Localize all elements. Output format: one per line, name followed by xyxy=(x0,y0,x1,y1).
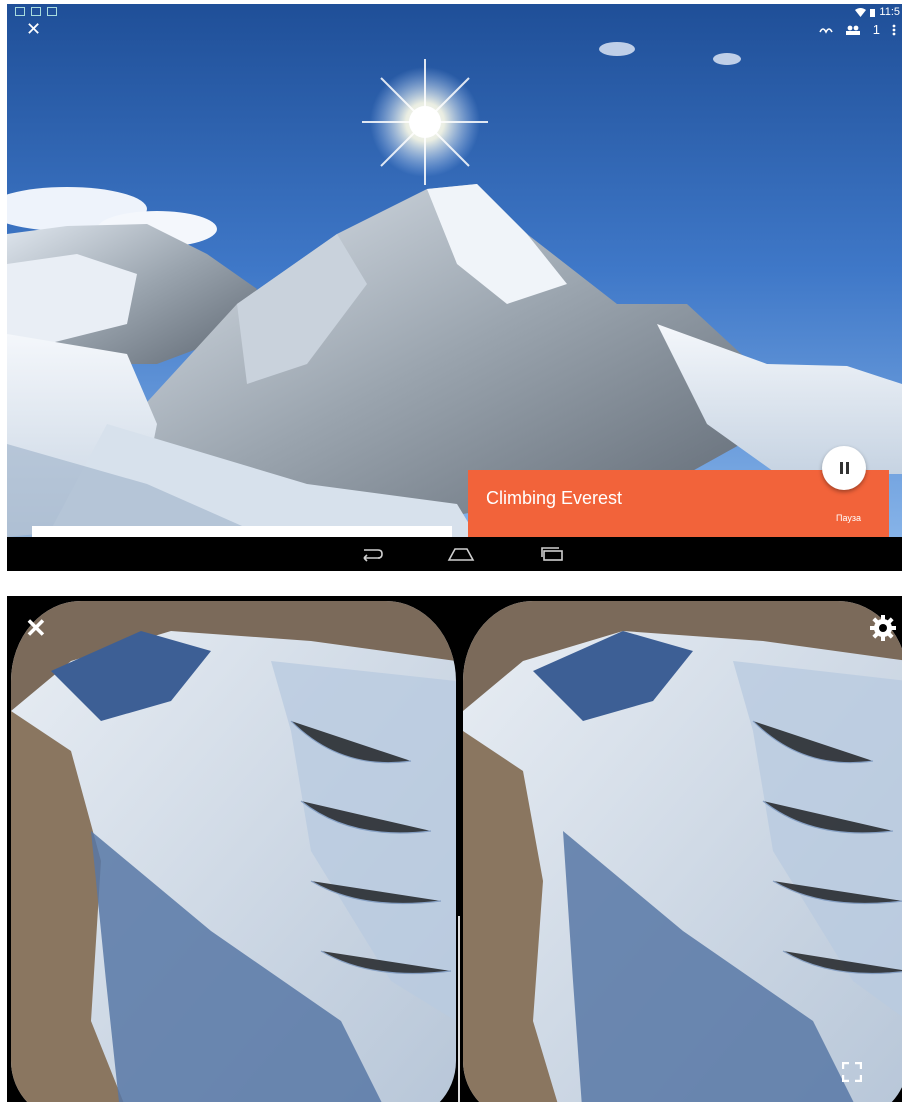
video-progress-bar[interactable] xyxy=(32,526,452,537)
cast-icon[interactable] xyxy=(819,24,833,36)
status-time: 11:5 xyxy=(879,6,900,18)
gear-icon[interactable] xyxy=(868,613,898,643)
recent-apps-icon[interactable] xyxy=(540,547,564,561)
glacier-image-right xyxy=(463,601,902,1102)
video-player-screen: 11:5 ✕ 1 Climbing Everest Пауза xyxy=(7,4,902,571)
notification-icon xyxy=(47,7,57,16)
pause-icon xyxy=(838,462,850,474)
battery-icon xyxy=(870,8,876,17)
pause-label: Пауза xyxy=(835,513,861,523)
people-count: 1 xyxy=(872,22,880,37)
notification-icon xyxy=(31,7,41,16)
status-right: 11:5 xyxy=(855,6,900,18)
video-title: Climbing Everest xyxy=(486,488,623,508)
panorama-view[interactable]: 11:5 ✕ 1 Climbing Everest Пауза xyxy=(7,4,902,537)
glacier-image-left xyxy=(11,601,456,1102)
more-vert-icon[interactable] xyxy=(892,24,896,36)
everest-panorama-image xyxy=(7,4,902,537)
close-icon[interactable]: ✕ xyxy=(25,615,47,641)
close-icon[interactable]: ✕ xyxy=(26,20,41,38)
vr-left-eye-view xyxy=(11,601,456,1102)
top-action-bar: 1 xyxy=(819,22,896,37)
vr-divider-line xyxy=(458,916,460,1102)
notification-icons xyxy=(15,7,57,16)
back-icon[interactable] xyxy=(358,546,384,562)
home-icon[interactable] xyxy=(447,547,475,561)
wifi-icon xyxy=(855,7,867,17)
pause-button[interactable] xyxy=(822,446,866,490)
notification-icon xyxy=(15,7,25,16)
status-bar: 11:5 xyxy=(7,4,902,22)
android-navigation-bar xyxy=(7,537,902,571)
vr-stereo-screen[interactable]: ✕ xyxy=(7,596,902,1102)
fullscreen-icon[interactable] xyxy=(842,1062,862,1082)
vr-right-eye-view xyxy=(463,601,902,1102)
people-icon[interactable] xyxy=(845,25,861,35)
